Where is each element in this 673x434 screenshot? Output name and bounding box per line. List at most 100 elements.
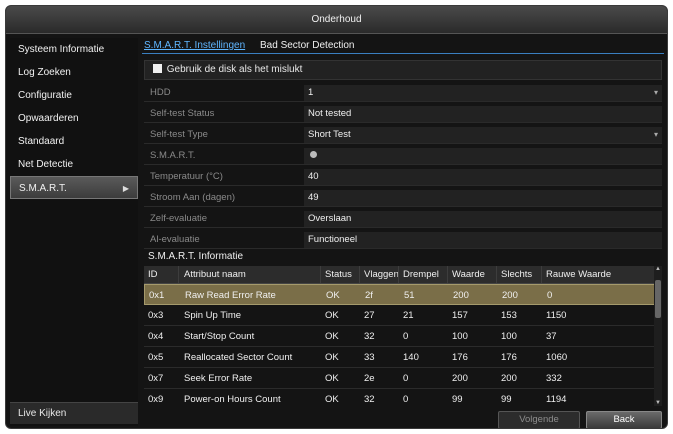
table-cell: 1150 <box>546 310 567 321</box>
field-label: Self-test Type <box>150 129 208 140</box>
table-cell: Spin Up Time <box>184 310 242 321</box>
column-divider <box>447 266 448 283</box>
field-row: HDD 1 ▾ <box>144 84 662 102</box>
table-cell: 21 <box>403 310 414 321</box>
sidebar-item-label: Opwaarderen <box>18 113 79 124</box>
maintenance-window: Onderhoud Systeem Informatie Log Zoeken Co… <box>5 5 668 429</box>
table-cell: 0 <box>403 331 409 342</box>
column-divider <box>496 266 497 283</box>
field-row: Stroom Aan (dagen) 49 <box>144 189 662 207</box>
table-cell: 0 <box>403 373 409 384</box>
table-cell: 100 <box>501 331 517 342</box>
tab-bad-sector-detection[interactable]: Bad Sector Detection <box>260 40 355 51</box>
table-cell: 0 <box>547 290 553 301</box>
table-row[interactable]: 0x1 Raw Read Error Rate OK 2f 51 200 200 0 <box>144 284 662 305</box>
sidebar-item-label: S.M.A.R.T. <box>19 183 67 194</box>
table-cell: OK <box>326 290 340 301</box>
field-label: Zelf-evaluatie <box>150 213 208 224</box>
table-cell: OK <box>325 394 339 405</box>
field-value-text: 40 <box>308 171 319 182</box>
use-disk-on-fail-label: Gebruik de disk als het mislukt <box>166 64 303 75</box>
table-cell: 0x7 <box>148 373 164 384</box>
column-header: Slechts <box>501 269 533 280</box>
smart-info-table: ID Attribuut naam Status Vlaggen Drempel Waar… <box>144 266 662 406</box>
field-select[interactable]: Short Test ▾ <box>304 127 662 143</box>
use-disk-on-fail-checkbox[interactable] <box>153 64 162 73</box>
field-value: Functioneel <box>304 232 662 248</box>
table-cell: 200 <box>452 373 468 384</box>
table-cell: 1060 <box>546 352 568 363</box>
column-header: Status <box>325 269 352 280</box>
table-row[interactable]: 0x4 Start/Stop Count OK 32 0 100 100 37 <box>144 326 662 347</box>
scroll-up-icon[interactable]: ▲ <box>654 266 662 272</box>
table-cell: 37 <box>546 331 557 342</box>
table-cell: Raw Read Error Rate <box>185 290 276 301</box>
use-disk-on-fail-row[interactable]: Gebruik de disk als het mislukt <box>144 60 662 80</box>
table-cell: 99 <box>501 394 512 405</box>
column-divider <box>398 266 399 283</box>
tab-smart-settings[interactable]: S.M.A.R.T. Instellingen <box>144 40 245 51</box>
sidebar-item-opwaarderen[interactable]: Opwaarderen <box>10 107 138 130</box>
field-value: Overslaan <box>304 211 662 227</box>
sidebar-item-standaard[interactable]: Standaard <box>10 130 138 153</box>
field-select[interactable]: 1 ▾ <box>304 85 662 101</box>
chevron-down-icon[interactable]: ▾ <box>654 127 658 143</box>
table-cell: 153 <box>501 310 517 321</box>
field-row: Self-test Status Not tested <box>144 105 662 123</box>
sidebar: Systeem Informatie Log Zoeken Configuratie… <box>10 38 138 426</box>
table-row[interactable]: 0x3 Spin Up Time OK 27 21 157 153 1150 <box>144 305 662 326</box>
live-view-button[interactable]: Live Kijken <box>10 402 138 424</box>
main-panel: S.M.A.R.T. Instellingen Bad Sector Detec… <box>142 38 664 428</box>
table-cell: 0x4 <box>148 331 164 342</box>
table-cell: 200 <box>502 290 518 301</box>
column-header: Rauwe Waarde <box>546 269 612 280</box>
field-label: S.M.A.R.T. <box>150 150 196 161</box>
table-scrollbar[interactable]: ▲ ▼ <box>654 266 662 406</box>
field-label: Al-evaluatie <box>150 234 200 245</box>
table-cell: Power-on Hours Count <box>184 394 281 405</box>
sidebar-item-log-zoeken[interactable]: Log Zoeken <box>10 61 138 84</box>
field-label: HDD <box>150 87 171 98</box>
sidebar-item-label: Log Zoeken <box>18 67 71 78</box>
table-cell: 32 <box>364 331 375 342</box>
table-row[interactable]: 0x9 Power-on Hours Count OK 32 0 99 99 1194 <box>144 389 662 406</box>
field-row: Self-test Type Short Test ▾ <box>144 126 662 144</box>
sidebar-menu: Systeem Informatie Log Zoeken Configuratie… <box>10 38 138 199</box>
table-cell: 32 <box>364 394 375 405</box>
table-cell: Start/Stop Count <box>184 331 255 342</box>
field-value-text: Overslaan <box>308 213 352 224</box>
table-cell: 2e <box>364 373 375 384</box>
chevron-right-icon: ▶ <box>122 184 129 193</box>
next-button[interactable]: Volgende <box>498 411 580 428</box>
field-value-text: Functioneel <box>308 234 358 245</box>
table-row[interactable]: 0x7 Seek Error Rate OK 2e 0 200 200 332 <box>144 368 662 389</box>
table-cell: Reallocated Sector Count <box>184 352 293 363</box>
chevron-down-icon[interactable]: ▾ <box>654 85 658 101</box>
sidebar-item-label: Net Detectie <box>18 159 74 170</box>
table-cell: 176 <box>452 352 468 363</box>
table-row[interactable]: 0x5 Reallocated Sector Count OK 33 140 176 176… <box>144 347 662 368</box>
field-value-text: Short Test <box>308 129 351 140</box>
window-title: Onderhoud <box>6 6 667 34</box>
field-value: 49 <box>304 190 662 206</box>
smart-radio-icon[interactable] <box>310 151 317 158</box>
table-cell: OK <box>325 373 339 384</box>
table-cell: 2f <box>365 290 373 301</box>
field-value[interactable] <box>304 148 662 164</box>
table-cell: 176 <box>501 352 517 363</box>
table-cell: 99 <box>452 394 463 405</box>
sidebar-item-systeem-informatie[interactable]: Systeem Informatie <box>10 38 138 61</box>
sidebar-item-net-detectie[interactable]: Net Detectie <box>10 153 138 176</box>
scroll-thumb[interactable] <box>655 280 661 318</box>
column-divider <box>320 266 321 283</box>
sidebar-item-s-m-a-r-t[interactable]: S.M.A.R.T. ▶ <box>10 176 138 199</box>
sidebar-item-configuratie[interactable]: Configuratie <box>10 84 138 107</box>
field-label: Self-test Status <box>150 108 215 119</box>
scroll-down-icon[interactable]: ▼ <box>654 400 662 406</box>
back-button[interactable]: Back <box>586 411 662 428</box>
smart-info-title: S.M.A.R.T. Informatie <box>148 251 244 262</box>
field-value-text: 1 <box>308 87 314 98</box>
table-cell: 332 <box>546 373 562 384</box>
field-row: Zelf-evaluatie Overslaan <box>144 210 662 228</box>
table-cell: 0x5 <box>148 352 164 363</box>
